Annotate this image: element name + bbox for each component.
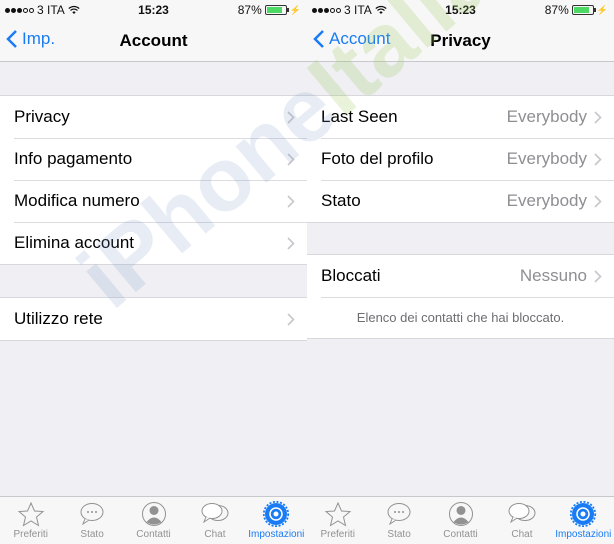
row-label: Bloccati bbox=[321, 266, 381, 285]
row-value: Everybody bbox=[506, 107, 587, 126]
tab-label: Stato bbox=[80, 529, 104, 540]
tab-label: Contatti bbox=[443, 529, 478, 540]
row-utilizzo-rete[interactable]: Utilizzo rete bbox=[0, 298, 307, 340]
chevron-right-icon bbox=[287, 194, 295, 208]
row-label: Stato bbox=[321, 191, 361, 210]
tab-impostazioni[interactable]: Impostazioni bbox=[553, 497, 614, 544]
chat-bubbles-icon bbox=[201, 503, 229, 524]
chevron-right-icon bbox=[594, 194, 602, 208]
charging-icon: ⚡ bbox=[289, 4, 301, 15]
row-stato[interactable]: Stato Everybody bbox=[307, 180, 614, 222]
account-screen: 3 ITA 15:23 87% ⚡ Imp. Account Privacy I… bbox=[0, 0, 307, 544]
gear-icon bbox=[570, 501, 597, 527]
star-icon bbox=[17, 501, 44, 527]
tab-label: Preferiti bbox=[320, 529, 355, 540]
star-icon bbox=[324, 501, 351, 527]
speech-bubble-icon bbox=[80, 503, 104, 526]
chat-bubbles-icon bbox=[508, 503, 536, 524]
chevron-right-icon bbox=[287, 110, 295, 124]
row-label: Privacy bbox=[14, 107, 70, 126]
tab-label: Chat bbox=[511, 529, 533, 540]
tab-bar: Preferiti Stato Contatti Chat Impostazio… bbox=[0, 496, 307, 544]
chevron-right-icon bbox=[594, 110, 602, 124]
row-privacy[interactable]: Privacy bbox=[0, 96, 307, 138]
chevron-right-icon bbox=[287, 312, 295, 326]
tab-contatti[interactable]: Contatti bbox=[430, 497, 491, 544]
tab-preferiti[interactable]: Preferiti bbox=[0, 497, 61, 544]
privacy-options-group: Last Seen Everybody Foto del profilo Every… bbox=[307, 95, 614, 223]
row-modifica-numero[interactable]: Modifica numero bbox=[0, 180, 307, 222]
status-bar: 3 ITA 15:23 87% ⚡ bbox=[307, 0, 614, 20]
row-info-pagamento[interactable]: Info pagamento bbox=[0, 138, 307, 180]
contact-icon bbox=[141, 502, 166, 526]
tab-label: Impostazioni bbox=[555, 529, 612, 540]
speech-bubble-icon bbox=[387, 503, 411, 526]
tab-stato[interactable]: Stato bbox=[368, 497, 429, 544]
battery-percent: 87% bbox=[237, 3, 262, 17]
chevron-right-icon bbox=[594, 152, 602, 166]
charging-icon: ⚡ bbox=[596, 4, 608, 15]
status-bar: 3 ITA 15:23 87% ⚡ bbox=[0, 0, 307, 20]
row-last-seen[interactable]: Last Seen Everybody bbox=[307, 96, 614, 138]
row-value: Everybody bbox=[506, 149, 587, 168]
privacy-screen: 3 ITA 15:23 87% ⚡ Account Privacy Last S… bbox=[307, 0, 614, 544]
tab-stato[interactable]: Stato bbox=[61, 497, 122, 544]
tab-contatti[interactable]: Contatti bbox=[123, 497, 184, 544]
tab-chat[interactable]: Chat bbox=[184, 497, 245, 544]
tab-impostazioni[interactable]: Impostazioni bbox=[246, 497, 307, 544]
tab-label: Chat bbox=[204, 529, 226, 540]
tab-label: Impostazioni bbox=[248, 529, 305, 540]
chevron-right-icon bbox=[594, 269, 602, 283]
page-title: Account bbox=[119, 31, 188, 50]
tab-label: Stato bbox=[387, 529, 411, 540]
row-label: Foto del profilo bbox=[321, 149, 434, 168]
tab-label: Preferiti bbox=[13, 529, 48, 540]
navigation-bar: Imp. Account bbox=[0, 20, 307, 62]
tab-bar: Preferiti Stato Contatti Chat Impostazio… bbox=[307, 496, 614, 544]
row-label: Last Seen bbox=[321, 107, 398, 126]
blocked-footer-note: Elenco dei contatti che hai bloccato. bbox=[307, 297, 614, 338]
row-foto-del-profilo[interactable]: Foto del profilo Everybody bbox=[307, 138, 614, 180]
tab-preferiti[interactable]: Preferiti bbox=[307, 497, 368, 544]
battery-icon bbox=[571, 5, 596, 15]
chevron-right-icon bbox=[287, 236, 295, 250]
tab-chat[interactable]: Chat bbox=[491, 497, 552, 544]
contact-icon bbox=[448, 502, 473, 526]
row-value: Everybody bbox=[506, 191, 587, 210]
chevron-right-icon bbox=[287, 152, 295, 166]
row-label: Elimina account bbox=[14, 233, 135, 252]
row-elimina-account[interactable]: Elimina account bbox=[0, 222, 307, 264]
blocked-group: Bloccati Nessuno Elenco dei contatti che … bbox=[307, 254, 614, 339]
row-bloccati[interactable]: Bloccati Nessuno bbox=[307, 255, 614, 297]
network-group: Utilizzo rete bbox=[0, 297, 307, 341]
navigation-bar: Account Privacy bbox=[307, 20, 614, 62]
row-label: Modifica numero bbox=[14, 191, 140, 210]
tab-label: Contatti bbox=[136, 529, 171, 540]
account-options-group: Privacy Info pagamento Modifica numero E… bbox=[0, 95, 307, 265]
row-label: Utilizzo rete bbox=[14, 309, 103, 328]
gear-icon bbox=[263, 501, 290, 527]
page-title: Privacy bbox=[430, 31, 491, 50]
row-value: Nessuno bbox=[519, 266, 587, 285]
battery-icon bbox=[264, 5, 289, 15]
row-label: Info pagamento bbox=[14, 149, 133, 168]
battery-percent: 87% bbox=[544, 3, 569, 17]
